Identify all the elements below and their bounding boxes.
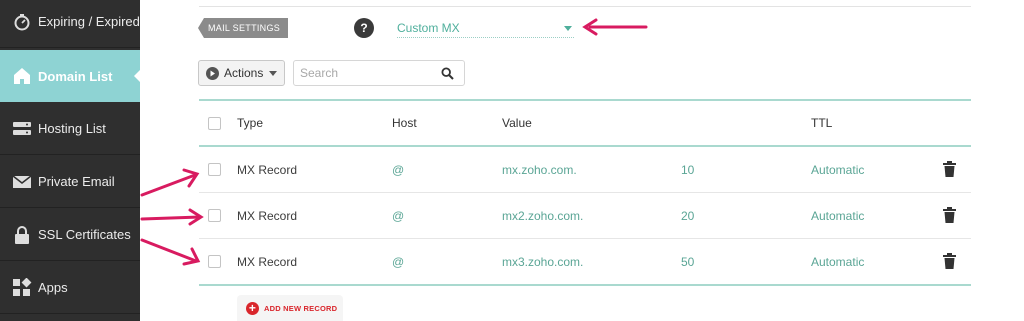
record-value[interactable]: mx.zoho.com.: [502, 163, 577, 177]
column-header-value: Value: [502, 116, 532, 130]
row-checkbox[interactable]: [208, 163, 221, 176]
mail-settings-selected-value: Custom MX: [397, 20, 460, 35]
server-icon: [12, 119, 32, 139]
sidebar-item-ssl-certificates[interactable]: SSL Certificates: [0, 209, 140, 261]
record-value[interactable]: mx3.zoho.com.: [502, 255, 583, 269]
envelope-icon: [12, 172, 32, 192]
actions-button[interactable]: Actions: [198, 60, 285, 86]
search-icon[interactable]: [441, 67, 454, 85]
record-type: MX Record: [237, 209, 298, 223]
record-priority[interactable]: 10: [681, 163, 694, 177]
record-priority[interactable]: 20: [681, 209, 694, 223]
home-icon: [12, 66, 32, 86]
arrow-to-row-3: [140, 238, 198, 263]
chevron-down-icon: [564, 26, 572, 31]
add-new-record-label: ADD NEW RECORD: [264, 303, 338, 313]
sidebar-item-label: Hosting List: [38, 121, 106, 136]
search-box: [293, 60, 465, 86]
sidebar-item-expiring[interactable]: Expiring / Expired: [0, 0, 140, 48]
chevron-down-icon: [269, 70, 278, 76]
actions-label: Actions: [224, 66, 264, 80]
column-header-host: Host: [392, 116, 417, 130]
sidebar-item-hosting-list[interactable]: Hosting List: [0, 103, 140, 155]
lock-icon: [12, 225, 32, 245]
record-host[interactable]: @: [392, 163, 404, 177]
sidebar-item-label: Private Email: [38, 174, 115, 189]
table-header-rule: [199, 145, 971, 147]
arrow-to-row-2: [140, 215, 202, 221]
sidebar-item-label: SSL Certificates: [38, 227, 131, 242]
play-icon: [206, 66, 219, 80]
annotation-arrows: [140, 18, 648, 266]
add-new-record-button[interactable]: + ADD NEW RECORD: [237, 295, 343, 321]
plus-icon: +: [246, 301, 259, 315]
mail-settings-label: MAIL SETTINGS: [198, 18, 289, 38]
table-bottom-rule: [199, 284, 971, 286]
sidebar-item-domain-list[interactable]: Domain List: [0, 50, 141, 102]
table-top-rule: [199, 99, 971, 101]
arrow-to-row-1: [140, 173, 197, 197]
mail-settings-select[interactable]: Custom MX: [397, 18, 574, 38]
record-ttl[interactable]: Automatic: [811, 209, 864, 223]
apps-icon: [12, 277, 32, 298]
sidebar-item-private-email[interactable]: Private Email: [0, 156, 140, 208]
record-priority[interactable]: 50: [681, 255, 694, 269]
sidebar-item-label: Apps: [38, 280, 68, 295]
trash-icon[interactable]: [943, 161, 956, 182]
divider: [199, 6, 971, 7]
column-header-type: Type: [237, 116, 264, 130]
sidebar-item-label: Domain List: [38, 68, 113, 84]
search-input[interactable]: [294, 61, 434, 85]
trash-icon[interactable]: [943, 253, 956, 274]
dns-settings-screen: Expiring / Expired Domain List Hosting L…: [0, 0, 1024, 321]
record-type: MX Record: [237, 255, 298, 269]
help-icon[interactable]: ?: [354, 18, 374, 38]
row-checkbox[interactable]: [208, 255, 221, 268]
sidebar-item-label: Expiring / Expired: [38, 14, 140, 29]
row-checkbox[interactable]: [208, 209, 221, 222]
record-host[interactable]: @: [392, 209, 404, 223]
trash-icon[interactable]: [943, 207, 956, 228]
column-header-ttl: TTL: [811, 116, 833, 130]
sidebar-item-apps[interactable]: Apps: [0, 262, 140, 314]
record-ttl[interactable]: Automatic: [811, 163, 864, 177]
sidebar: Expiring / Expired Domain List Hosting L…: [0, 0, 141, 321]
record-type: MX Record: [237, 163, 298, 177]
stopwatch-icon: [12, 12, 32, 32]
record-host[interactable]: @: [392, 255, 404, 269]
select-all-checkbox[interactable]: [208, 117, 221, 130]
record-ttl[interactable]: Automatic: [811, 255, 864, 269]
record-value[interactable]: mx2.zoho.com.: [502, 209, 583, 223]
row-divider: [199, 192, 971, 193]
row-divider: [199, 238, 971, 239]
